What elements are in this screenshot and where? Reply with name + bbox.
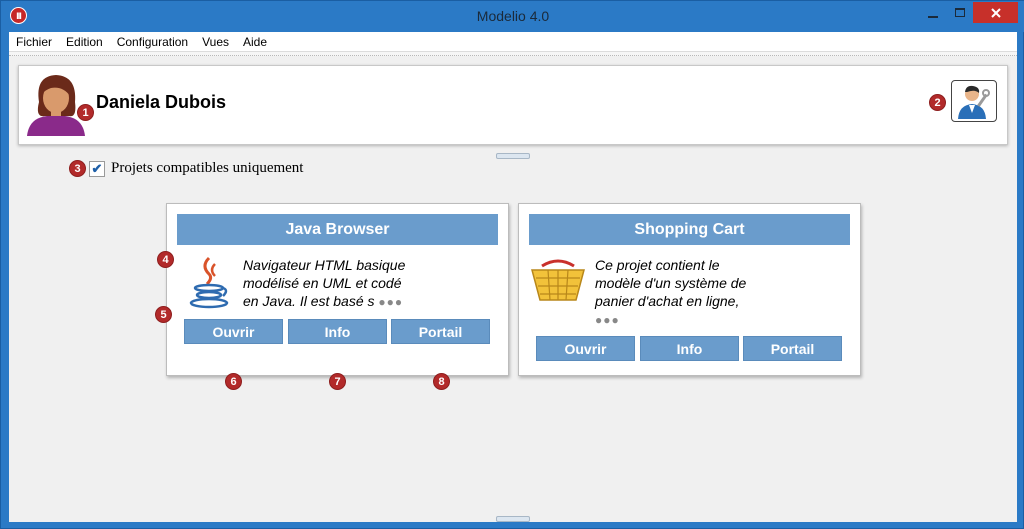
main-area: 1 Daniela Dubois 2 3 ✔ Projets compatibl… xyxy=(9,56,1017,522)
project-title[interactable]: Java Browser xyxy=(177,214,498,245)
info-button[interactable]: Info xyxy=(288,319,387,344)
close-icon xyxy=(990,7,1001,18)
maximize-button[interactable] xyxy=(946,2,973,23)
window-title: Modelio 4.0 xyxy=(476,8,550,24)
menu-vues[interactable]: Vues xyxy=(195,35,236,49)
menu-edition[interactable]: Edition xyxy=(59,35,110,49)
menu-fichier[interactable]: Fichier xyxy=(9,35,59,49)
more-ellipsis[interactable]: ●●● xyxy=(595,313,620,327)
badge-3: 3 xyxy=(69,160,86,177)
project-description: Navigateur HTML basique modélisé en UML … xyxy=(243,256,405,311)
description-line-3: en Java. Il est basé s ●●● xyxy=(243,292,405,311)
badge-8: 8 xyxy=(433,373,450,390)
user-settings-button[interactable] xyxy=(951,80,997,122)
description-line-1: Navigateur HTML basique xyxy=(243,257,406,273)
portal-button[interactable]: Portail xyxy=(743,336,842,361)
checkmark-icon: ✔ xyxy=(91,160,103,176)
description-line-1: Ce projet contient le xyxy=(595,257,720,273)
project-card-shopping-cart: Shopping Cart Ce projet contient le modè… xyxy=(518,203,861,376)
portal-button[interactable]: Portail xyxy=(391,319,490,344)
java-icon xyxy=(189,256,229,309)
user-panel: 1 Daniela Dubois 2 xyxy=(18,65,1008,145)
user-settings-icon xyxy=(958,85,990,119)
minimize-icon xyxy=(928,15,938,18)
close-button[interactable] xyxy=(973,2,1018,23)
menu-aide[interactable]: Aide xyxy=(236,35,274,49)
more-ellipsis[interactable]: ●●● xyxy=(378,295,403,309)
compatible-projects-checkbox[interactable]: ✔ xyxy=(89,160,105,177)
minimize-button[interactable] xyxy=(920,2,946,23)
splitter-handle-top[interactable] xyxy=(496,153,530,159)
description-line-2: modèle d'un système de xyxy=(595,275,747,291)
badge-5: 5 xyxy=(155,306,172,323)
badge-4: 4 xyxy=(157,251,174,268)
menu-bar: Fichier Edition Configuration Vues Aide xyxy=(9,32,1017,52)
badge-6: 6 xyxy=(225,373,242,390)
compatible-projects-filter: ✔ Projets compatibles uniquement xyxy=(89,160,303,177)
info-button[interactable]: Info xyxy=(640,336,739,361)
description-line-3-text: en Java. Il est basé s xyxy=(243,293,375,309)
maximize-icon xyxy=(954,8,965,17)
compatible-projects-label: Projets compatibles uniquement xyxy=(111,160,304,176)
description-line-3: panier d'achat en ligne, xyxy=(595,293,740,309)
project-title[interactable]: Shopping Cart xyxy=(529,214,850,245)
user-avatar-icon xyxy=(27,75,85,136)
shopping-basket-icon xyxy=(531,259,585,301)
open-button[interactable]: Ouvrir xyxy=(184,319,283,344)
menu-configuration[interactable]: Configuration xyxy=(110,35,195,49)
badge-1: 1 xyxy=(77,104,94,121)
project-card-java-browser: Java Browser Navigateur HTML basique mod… xyxy=(166,203,509,376)
app-window: III Modelio 4.0 Fichier Edition Configur… xyxy=(0,0,1024,529)
project-description: Ce projet contient le modèle d'un systèm… xyxy=(595,256,746,329)
badge-2: 2 xyxy=(929,94,946,111)
open-button[interactable]: Ouvrir xyxy=(536,336,635,361)
badge-7: 7 xyxy=(329,373,346,390)
splitter-handle-bottom[interactable] xyxy=(496,516,530,522)
client-area: Fichier Edition Configuration Vues Aide … xyxy=(9,32,1017,522)
description-line-4: ●●● xyxy=(595,310,746,329)
title-bar[interactable]: III Modelio 4.0 xyxy=(1,1,1024,32)
user-name: Daniela Dubois xyxy=(96,92,227,112)
description-line-2: modélisé en UML et codé xyxy=(243,275,402,291)
